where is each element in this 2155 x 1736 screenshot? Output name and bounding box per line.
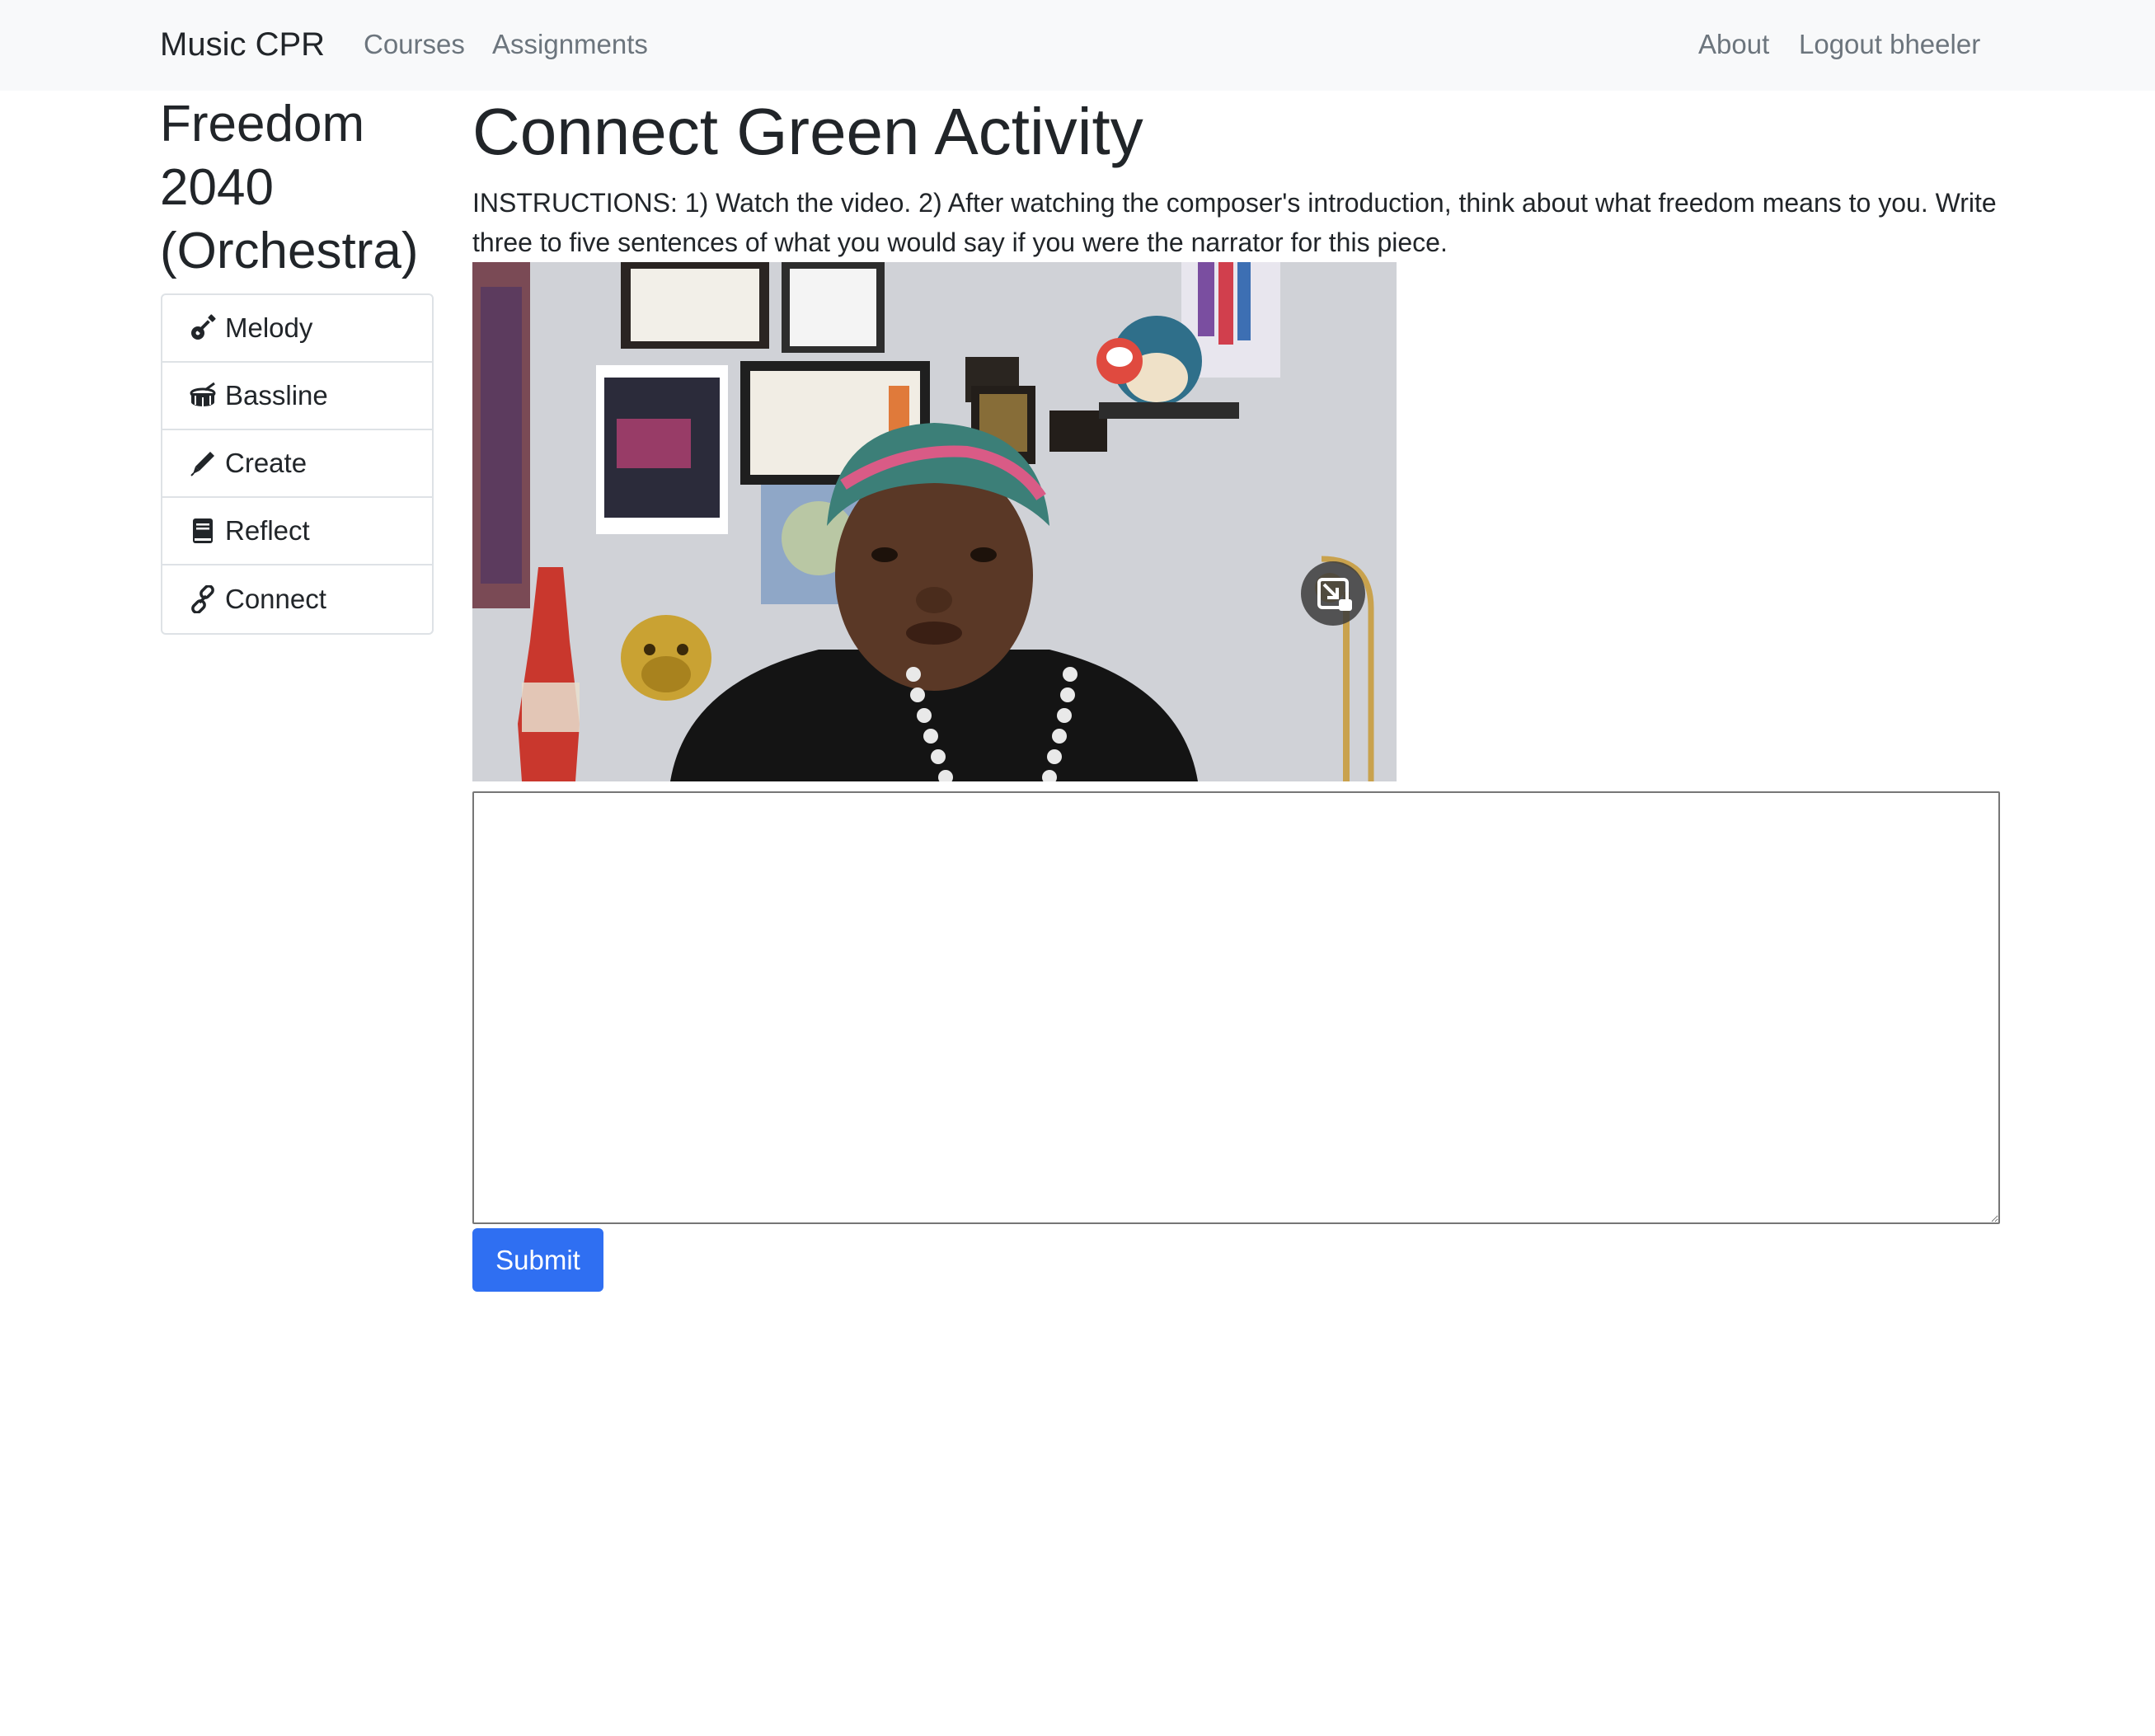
sidebar-item-label: Reflect <box>225 515 310 546</box>
nav-assignments-link[interactable]: Assignments <box>492 26 648 63</box>
nav-logout-link[interactable]: Logout bheeler <box>1799 26 1980 63</box>
sidebar-item-bassline[interactable]: Bassline <box>162 363 432 430</box>
picture-in-picture-button[interactable] <box>1301 561 1365 626</box>
sidebar-item-reflect[interactable]: Reflect <box>162 498 432 565</box>
sidebar-item-label: Melody <box>225 312 313 343</box>
video-frame <box>472 262 1397 781</box>
activity-list: Melody Bassline Create Reflect Connect <box>161 293 434 635</box>
sidebar-item-label: Connect <box>225 584 326 614</box>
brand-link[interactable]: Music CPR <box>160 23 325 66</box>
sidebar-item-label: Create <box>225 448 308 478</box>
pen-icon <box>189 449 217 477</box>
top-navbar: Music CPR Courses Assignments About Logo… <box>0 0 2155 91</box>
submit-button[interactable]: Submit <box>472 1228 603 1292</box>
response-textarea[interactable] <box>472 791 2000 1224</box>
page-title: Connect Green Activity <box>472 95 1143 168</box>
nav-courses-link[interactable]: Courses <box>364 26 465 63</box>
instructions-text: INSTRUCTIONS: 1) Watch the video. 2) Aft… <box>472 188 1997 257</box>
link-icon <box>189 584 217 614</box>
guitar-icon <box>189 314 217 342</box>
course-title: Freedom 2040 (Orchestra) <box>160 96 419 279</box>
drum-icon <box>189 382 217 410</box>
sidebar-item-connect[interactable]: Connect <box>162 565 432 633</box>
video-player[interactable] <box>472 262 1397 781</box>
sidebar-item-create[interactable]: Create <box>162 430 432 498</box>
book-icon <box>189 517 217 545</box>
sidebar-item-label: Bassline <box>225 380 328 411</box>
sidebar-item-melody[interactable]: Melody <box>162 295 432 363</box>
picture-in-picture-icon <box>1317 578 1352 611</box>
nav-about-link[interactable]: About <box>1698 26 1769 63</box>
